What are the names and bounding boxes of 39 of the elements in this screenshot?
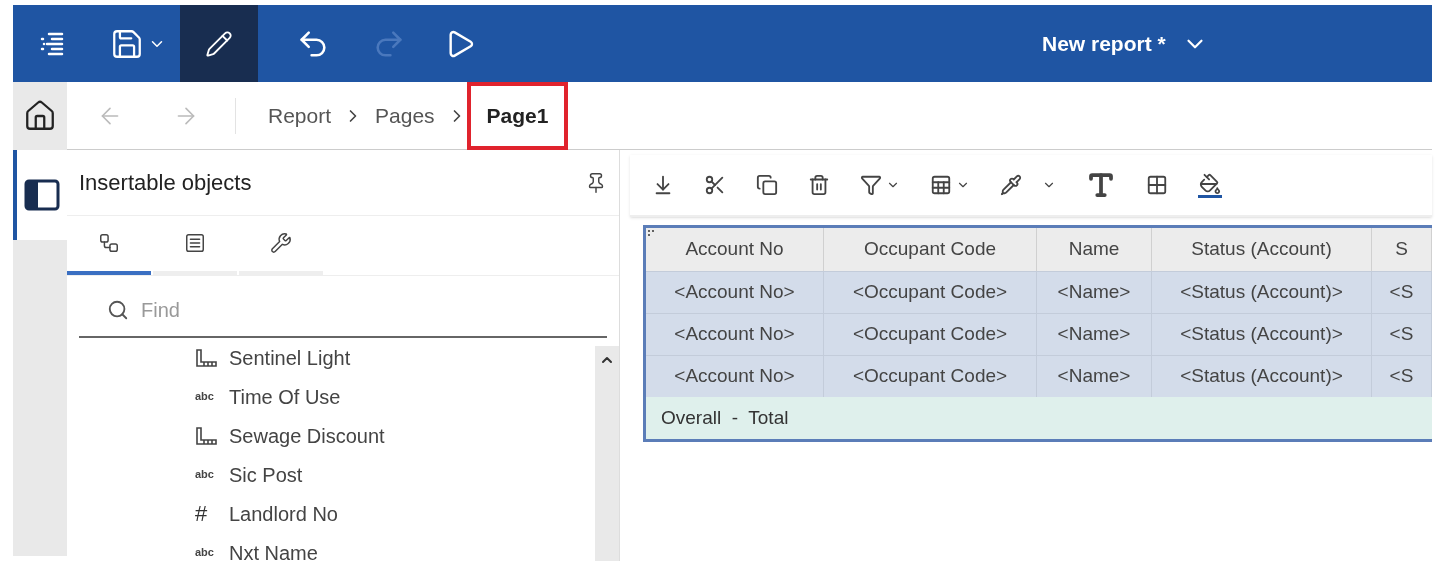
delete-icon[interactable] bbox=[808, 174, 830, 196]
home-icon[interactable] bbox=[23, 99, 57, 133]
glyph: abc bbox=[195, 389, 215, 405]
footer-cell-text: Overall - Total bbox=[661, 405, 789, 430]
tree-item[interactable]: Time Of Use bbox=[229, 381, 341, 412]
tree-item[interactable]: Landlord No bbox=[229, 498, 338, 529]
scrollbar[interactable] bbox=[595, 346, 619, 561]
paint-bucket-icon[interactable] bbox=[1198, 172, 1222, 198]
breadcrumb-item[interactable]: Pages bbox=[375, 99, 435, 132]
ruler-icon bbox=[195, 348, 217, 367]
side-panel-icon[interactable] bbox=[24, 179, 60, 211]
report-title[interactable]: New report * bbox=[1042, 27, 1166, 60]
find-field[interactable]: Find bbox=[141, 295, 607, 325]
edit-button[interactable] bbox=[180, 5, 258, 82]
breadcrumb-item[interactable]: Page1 bbox=[466, 81, 569, 150]
hierarchy-icon bbox=[98, 232, 120, 254]
copy-icon[interactable] bbox=[756, 174, 778, 196]
text-icon[interactable] bbox=[1086, 170, 1116, 200]
glyph: # bbox=[195, 502, 209, 525]
panel-toggle-button[interactable] bbox=[13, 150, 67, 240]
panel-title: Insertable objects bbox=[79, 169, 252, 197]
tree-item[interactable]: Sentinel Light bbox=[229, 342, 351, 373]
glyph: abc bbox=[195, 467, 215, 483]
ruler-icon bbox=[195, 426, 217, 445]
tree-item[interactable]: Sic Post bbox=[229, 459, 303, 490]
grid-icon[interactable] bbox=[1146, 174, 1168, 196]
pipette-icon[interactable] bbox=[1000, 174, 1056, 196]
wrench-icon bbox=[270, 232, 292, 254]
drag-handle-icon[interactable] bbox=[648, 230, 654, 236]
glyph: abc bbox=[195, 545, 215, 561]
tree-item[interactable]: Sewage Discount bbox=[229, 420, 385, 451]
cut-icon[interactable] bbox=[704, 174, 726, 196]
table-icon[interactable] bbox=[930, 174, 970, 196]
search-icon bbox=[107, 299, 129, 321]
pencil-icon bbox=[205, 29, 233, 58]
breadcrumb-item[interactable]: Report bbox=[268, 99, 332, 132]
tree-item[interactable]: Nxt Name bbox=[229, 537, 318, 561]
filter-icon[interactable] bbox=[860, 174, 900, 196]
column-icon bbox=[184, 232, 206, 254]
